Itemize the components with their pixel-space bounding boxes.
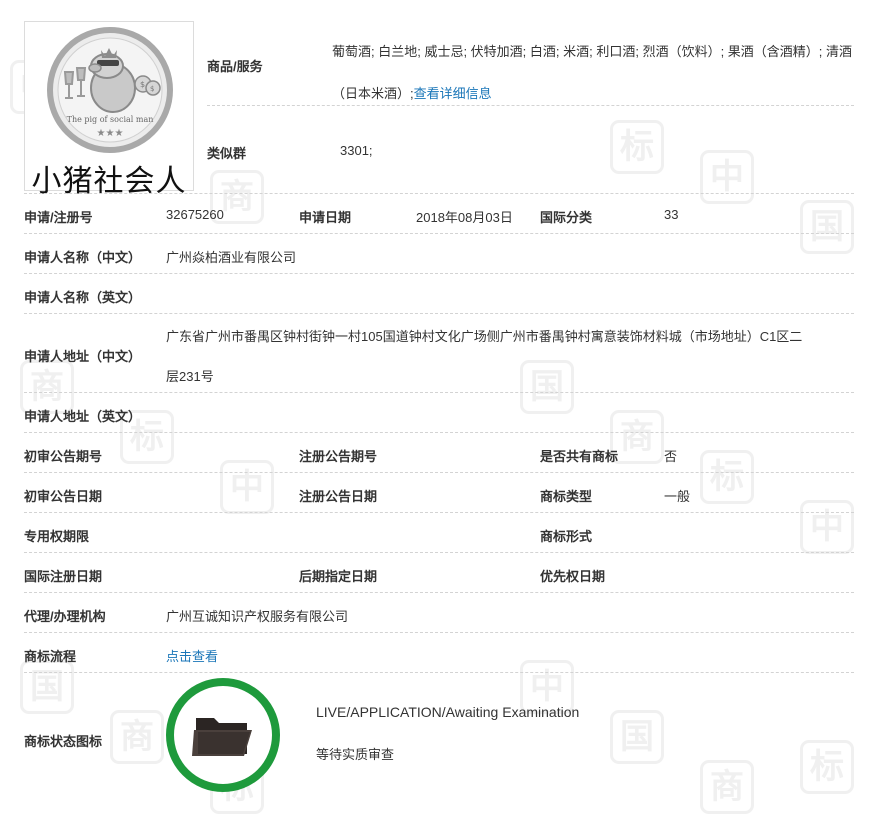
svg-text:★★★: ★★★ <box>97 128 124 139</box>
divider <box>24 472 854 473</box>
priority-date-label: 优先权日期 <box>540 569 606 584</box>
divider <box>24 512 854 513</box>
reg-pub-no-label: 注册公告期号 <box>299 449 378 464</box>
divider <box>24 592 854 593</box>
goods-detail-link[interactable]: 查看详细信息 <box>414 86 492 101</box>
goods-label: 商品/服务 <box>207 59 263 74</box>
shared-label: 是否共有商标 <box>540 449 619 464</box>
logo-small-text: The pig of social man <box>67 115 154 124</box>
divider <box>24 233 854 234</box>
divider <box>24 552 854 553</box>
reg-pub-date-label: 注册公告日期 <box>299 489 378 504</box>
divider <box>24 432 854 433</box>
status-icon <box>166 678 280 792</box>
shared-value: 否 <box>664 449 678 464</box>
address-cn-line2: 层231号 <box>166 369 214 384</box>
divider <box>24 193 854 194</box>
similar-group-label: 类似群 <box>207 146 247 161</box>
similar-group-value: 3301; <box>340 143 373 158</box>
form-label: 商标形式 <box>540 529 593 544</box>
goods-items: 葡萄酒; 白兰地; 威士忌; 伏特加酒; 白酒; 米酒; 利口酒; 烈酒（饮料）… <box>332 44 853 101</box>
process-label: 商标流程 <box>24 649 77 664</box>
divider <box>24 632 854 633</box>
process-link[interactable]: 点击查看 <box>166 646 218 665</box>
status-cn-text: 等待实质审查 <box>316 747 395 762</box>
divider <box>24 672 854 673</box>
agency-value: 广州互诚知识产权服务有限公司 <box>166 609 349 624</box>
svg-text:$: $ <box>150 85 154 93</box>
divider <box>24 392 854 393</box>
address-cn-label: 申请人地址（中文） <box>24 349 142 364</box>
svg-text:$: $ <box>140 80 145 89</box>
status-label: 商标状态图标 <box>24 734 103 749</box>
reg-no-label: 申请/注册号 <box>24 210 93 225</box>
apply-date-label: 申请日期 <box>299 210 352 225</box>
pig-logo-icon: $ $ The pig of social man ★★★ <box>47 27 173 153</box>
divider <box>24 273 854 274</box>
reg-no-value: 32675260 <box>166 207 224 222</box>
exclusive-term-label: 专用权期限 <box>24 529 90 544</box>
prelim-no-label: 初审公告期号 <box>24 449 103 464</box>
intl-class-label: 国际分类 <box>540 210 593 225</box>
address-en-label: 申请人地址（英文） <box>24 409 142 424</box>
type-value: 一般 <box>664 489 691 504</box>
agency-label: 代理/办理机构 <box>24 609 106 624</box>
later-date-label: 后期指定日期 <box>299 569 378 584</box>
status-en-text: LIVE/APPLICATION/Awaiting Examination <box>316 704 580 720</box>
prelim-date-label: 初审公告日期 <box>24 489 103 504</box>
type-label: 商标类型 <box>540 489 593 504</box>
applicant-cn-label: 申请人名称（中文） <box>24 250 142 265</box>
folder-icon <box>192 718 252 756</box>
divider <box>24 313 854 314</box>
intl-class-value: 33 <box>664 207 679 222</box>
applicant-en-label: 申请人名称（英文） <box>24 290 142 305</box>
trademark-detail: $ $ The pig of social man ★★★ 小猪社会人 商品/服… <box>0 0 877 803</box>
address-cn-line1: 广东省广州市番禺区钟村街钟一村105国道钟村文化广场侧广州市番禺钟村寓意装饰材料… <box>166 329 803 344</box>
divider <box>207 105 854 106</box>
trademark-logo: $ $ The pig of social man ★★★ 小猪社会人 <box>24 21 194 199</box>
goods-list: 葡萄酒; 白兰地; 威士忌; 伏特加酒; 白酒; 米酒; 利口酒; 烈酒（饮料）… <box>332 31 862 115</box>
intl-reg-date-label: 国际注册日期 <box>24 569 103 584</box>
applicant-cn-value: 广州焱柏酒业有限公司 <box>166 250 297 265</box>
apply-date-value: 2018年08月03日 <box>416 210 513 225</box>
